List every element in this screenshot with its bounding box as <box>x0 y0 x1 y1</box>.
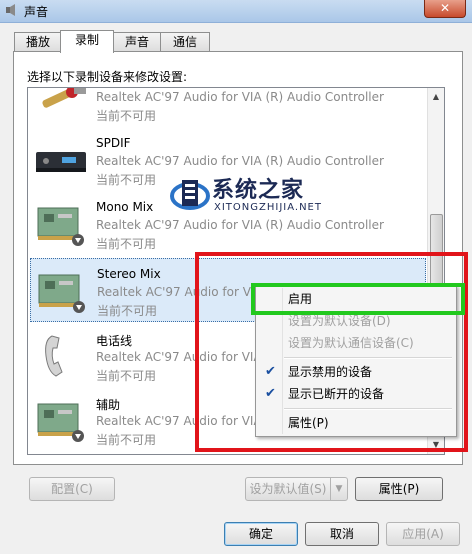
window-title: 声音 <box>24 5 49 19</box>
device-status: 当前不可用 <box>97 304 158 318</box>
device-status: 当前不可用 <box>96 109 157 123</box>
menu-item-show-disconnected[interactable]: ✔ 显示已断开的设备 <box>258 383 454 405</box>
menu-item-label: 设置为默认设备(D) <box>288 314 391 328</box>
device-name: Stereo Mix <box>97 267 161 281</box>
tab-playback[interactable]: 播放 <box>14 32 62 52</box>
watermark-subtitle: XITONGZHIJIA.NET <box>214 202 322 213</box>
device-description: Realtek AC'97 Audio for VIA (R) Audio Co… <box>96 90 384 104</box>
configure-button[interactable]: 配置(C) <box>29 477 115 501</box>
device-status: 当前不可用 <box>96 173 157 187</box>
sound-card-icon <box>38 274 85 313</box>
watermark-emblem-icon <box>170 180 210 210</box>
sound-card-icon <box>37 207 84 246</box>
device-description: Realtek AC'97 Audio for VIA (R) Audio Co… <box>96 154 384 168</box>
set-default-dropdown[interactable]: ▼ <box>330 477 348 501</box>
menu-item-set-default-comm-device[interactable]: 设置为默认通信设备(C) <box>258 332 454 354</box>
device-description: Realtek AC'97 Audio for VIA <box>97 285 263 299</box>
title-bar: 声音 ✕ <box>0 0 472 23</box>
menu-separator <box>284 408 452 410</box>
apply-button[interactable]: 应用(A) <box>386 522 460 546</box>
speaker-icon <box>6 4 15 16</box>
device-description: Realtek AC'97 Audio for VIA <box>96 414 262 428</box>
sound-card-icon <box>37 403 84 442</box>
menu-item-enable[interactable]: 启用 <box>258 288 454 310</box>
watermark-title: 系统之家 <box>212 178 305 203</box>
watermark-logo: 系统之家 XITONGZHIJIA.NET <box>170 172 380 218</box>
menu-item-properties[interactable]: 属性(P) <box>258 412 454 434</box>
checkmark-icon: ✔ <box>265 386 276 401</box>
menu-separator <box>284 357 452 359</box>
device-name: 电话线 <box>96 334 133 348</box>
set-default-button[interactable]: 设为默认值(S) <box>245 477 331 501</box>
menu-item-show-disabled[interactable]: ✔ 显示禁用的设备 <box>258 361 454 383</box>
ok-button[interactable]: 确定 <box>224 522 298 546</box>
menu-item-label: 显示已断开的设备 <box>288 387 385 401</box>
menu-item-label: 属性(P) <box>288 416 329 430</box>
tab-sounds[interactable]: 声音 <box>112 32 162 52</box>
menu-item-label: 启用 <box>288 292 313 306</box>
context-menu: 启用 设置为默认设备(D) 设置为默认通信设备(C) ✔ 显示禁用的设备 ✔ 显… <box>255 285 457 437</box>
checkmark-icon: ✔ <box>265 364 276 379</box>
device-description: Realtek AC'97 Audio for VIA <box>96 350 262 364</box>
device-name: 辅助 <box>96 398 121 412</box>
scroll-up-icon[interactable]: ▲ <box>431 92 441 102</box>
scroll-down-icon[interactable]: ▼ <box>431 440 441 450</box>
telephone-handset-icon <box>45 335 63 377</box>
rca-connector-icon <box>42 88 86 108</box>
properties-button[interactable]: 属性(P) <box>355 477 443 501</box>
instruction-text: 选择以下录制设备来修改设置: <box>27 70 188 84</box>
list-item[interactable]: Realtek AC'97 Audio for VIA (R) Audio Co… <box>30 88 426 128</box>
device-status: 当前不可用 <box>96 237 157 251</box>
menu-item-set-default-device[interactable]: 设置为默认设备(D) <box>258 310 454 332</box>
device-name: Mono Mix <box>96 200 154 214</box>
device-status: 当前不可用 <box>96 433 157 447</box>
device-status: 当前不可用 <box>96 369 157 383</box>
menu-item-label: 设置为默认通信设备(C) <box>288 336 414 350</box>
device-description: Realtek AC'97 Audio for VIA (R) Audio Co… <box>96 218 384 232</box>
menu-item-label: 显示禁用的设备 <box>288 365 373 379</box>
tab-communications[interactable]: 通信 <box>160 32 210 52</box>
device-name: SPDIF <box>96 136 131 150</box>
spdif-device-icon <box>36 152 86 172</box>
cancel-button[interactable]: 取消 <box>305 522 379 546</box>
tab-recording[interactable]: 录制 <box>60 30 114 53</box>
close-button[interactable]: ✕ <box>424 0 466 18</box>
